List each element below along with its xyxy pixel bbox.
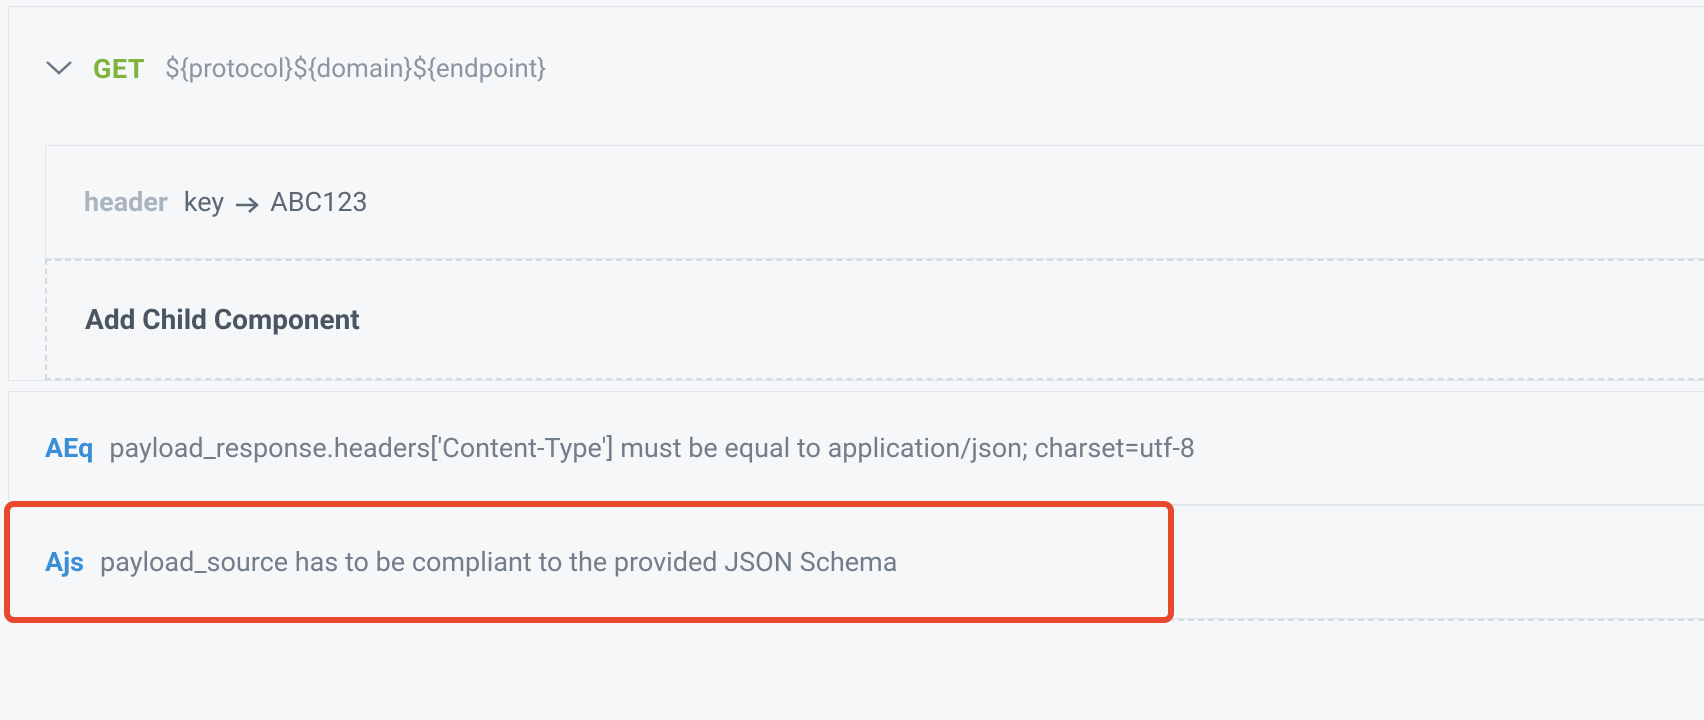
assertion-tag-ajs: Ajs xyxy=(45,546,84,578)
request-panel: GET ${protocol}${domain}${endpoint} head… xyxy=(8,6,1704,381)
assertion-text: payload_source has to be compliant to th… xyxy=(100,546,897,578)
assertion-equals-row[interactable]: AEq payload_response.headers['Content-Ty… xyxy=(8,391,1704,505)
api-test-panel: GET ${protocol}${domain}${endpoint} head… xyxy=(0,6,1704,625)
http-method: GET xyxy=(93,53,145,85)
assertion-text: payload_response.headers['Content-Type']… xyxy=(109,432,1195,464)
add-child-button[interactable]: Add Child Component xyxy=(45,259,1704,380)
request-row[interactable]: GET ${protocol}${domain}${endpoint} xyxy=(45,53,1704,85)
request-url: ${protocol}${domain}${endpoint} xyxy=(165,54,546,84)
header-value: ABC123 xyxy=(270,186,368,218)
add-child-label: Add Child Component xyxy=(85,303,360,336)
header-component[interactable]: header key ABC123 xyxy=(45,145,1704,259)
arrow-right-icon xyxy=(234,196,260,218)
assertion-json-schema-row[interactable]: Ajs payload_source has to be compliant t… xyxy=(8,505,1704,619)
chevron-down-icon[interactable] xyxy=(45,60,73,80)
header-key: key xyxy=(184,186,224,218)
assertion-tag-aeq: AEq xyxy=(45,432,93,464)
header-label: header xyxy=(84,186,168,218)
bottom-dashed-border xyxy=(8,619,1704,625)
